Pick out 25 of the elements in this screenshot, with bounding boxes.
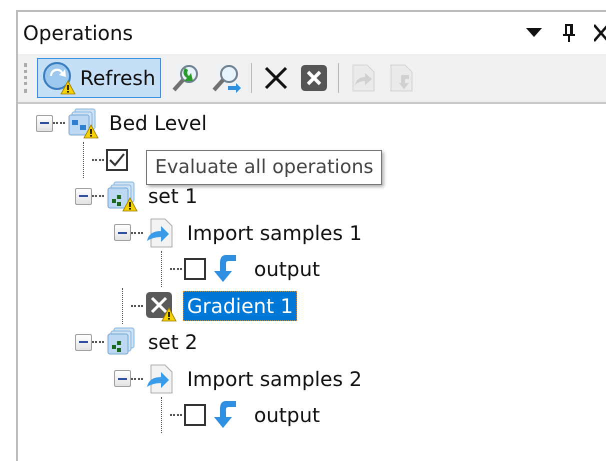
tree-item[interactable]: output (250, 254, 324, 284)
collapse-toggle[interactable] (114, 224, 131, 242)
tree-item[interactable]: set 2 (144, 327, 202, 358)
tree-item[interactable]: Bed Level (105, 108, 211, 138)
tree-item[interactable]: Import samples 2 (183, 364, 366, 394)
collapse-toggle[interactable] (114, 370, 131, 388)
collapse-toggle[interactable] (75, 188, 92, 205)
dropdown-icon[interactable] (526, 28, 542, 38)
checkbox[interactable] (184, 258, 206, 280)
pin-icon[interactable] (562, 23, 576, 43)
checkbox[interactable] (106, 148, 128, 171)
close-box-icon[interactable] (300, 64, 328, 92)
collapse-toggle[interactable] (75, 334, 92, 351)
magnifier-right-arrow-icon[interactable] (210, 62, 241, 94)
refresh-warning-icon (42, 61, 76, 95)
collapse-toggle[interactable] (36, 114, 53, 132)
panel-title: Operations (23, 20, 134, 47)
checkbox[interactable] (184, 404, 206, 426)
tree-item[interactable]: output (250, 400, 324, 430)
tree-item[interactable]: Gradient 1 (183, 290, 298, 321)
close-icon[interactable] (594, 24, 606, 42)
tooltip: Evaluate all operations (146, 150, 382, 184)
magnifier-arrow-icon[interactable] (170, 62, 201, 94)
refresh-button[interactable]: Refresh (37, 58, 161, 98)
tree-item[interactable]: Import samples 1 (183, 218, 366, 248)
